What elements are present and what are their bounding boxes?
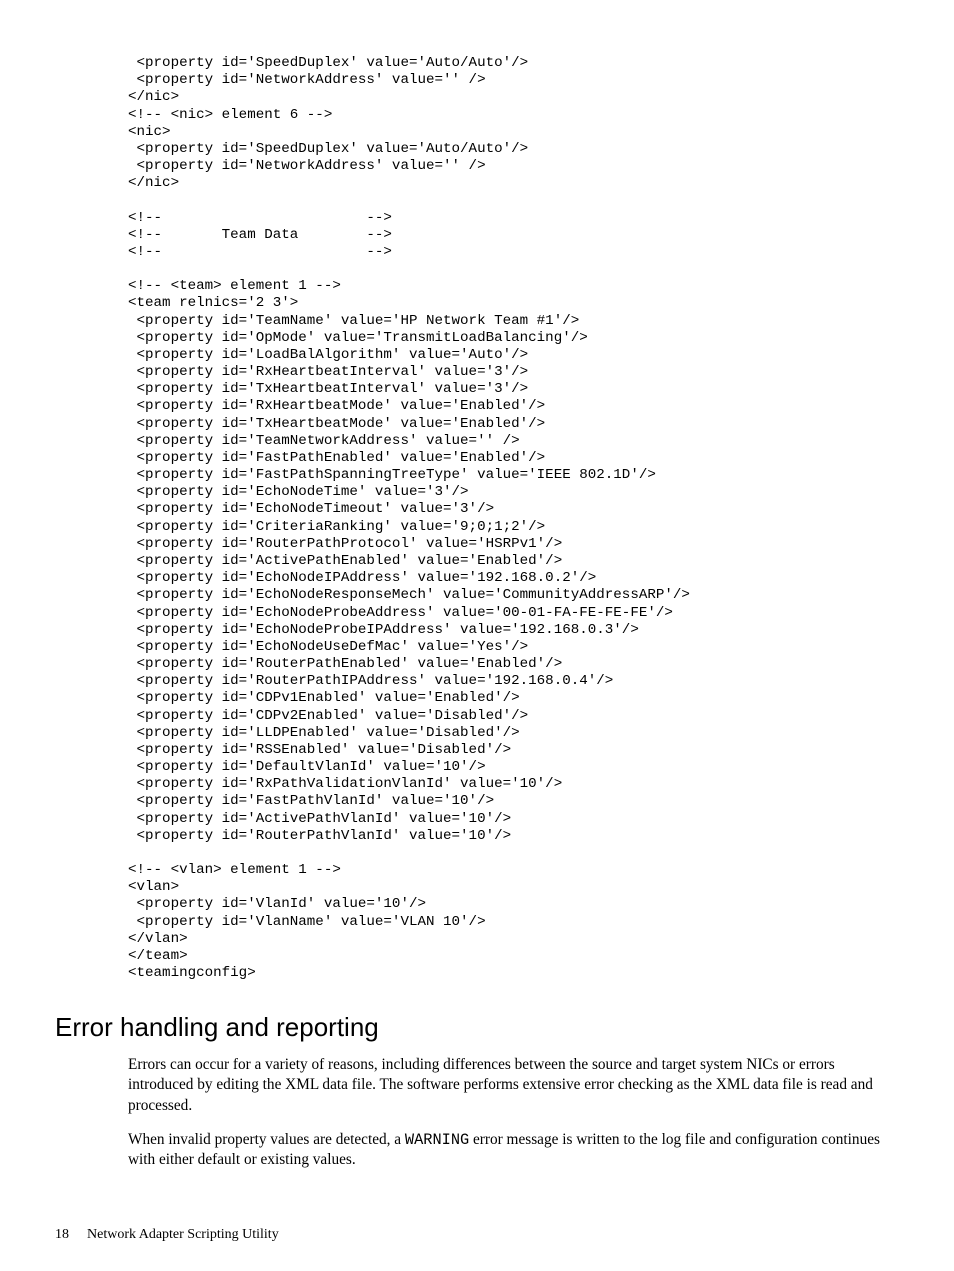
document-page: <property id='SpeedDuplex' value='Auto/A… xyxy=(0,0,954,1271)
paragraph-1: Errors can occur for a variety of reason… xyxy=(128,1055,899,1116)
page-number: 18 xyxy=(55,1227,69,1242)
xml-code-block: <property id='SpeedDuplex' value='Auto/A… xyxy=(128,55,899,982)
section-heading-error-handling: Error handling and reporting xyxy=(55,1012,899,1043)
inline-code-warning: WARNING xyxy=(405,1131,469,1149)
paragraph-2: When invalid property values are detecte… xyxy=(128,1130,899,1170)
page-footer: 18 Network Adapter Scripting Utility xyxy=(55,1227,279,1243)
footer-doc-title: Network Adapter Scripting Utility xyxy=(87,1227,279,1242)
paragraph-2-part-a: When invalid property values are detecte… xyxy=(128,1131,405,1148)
